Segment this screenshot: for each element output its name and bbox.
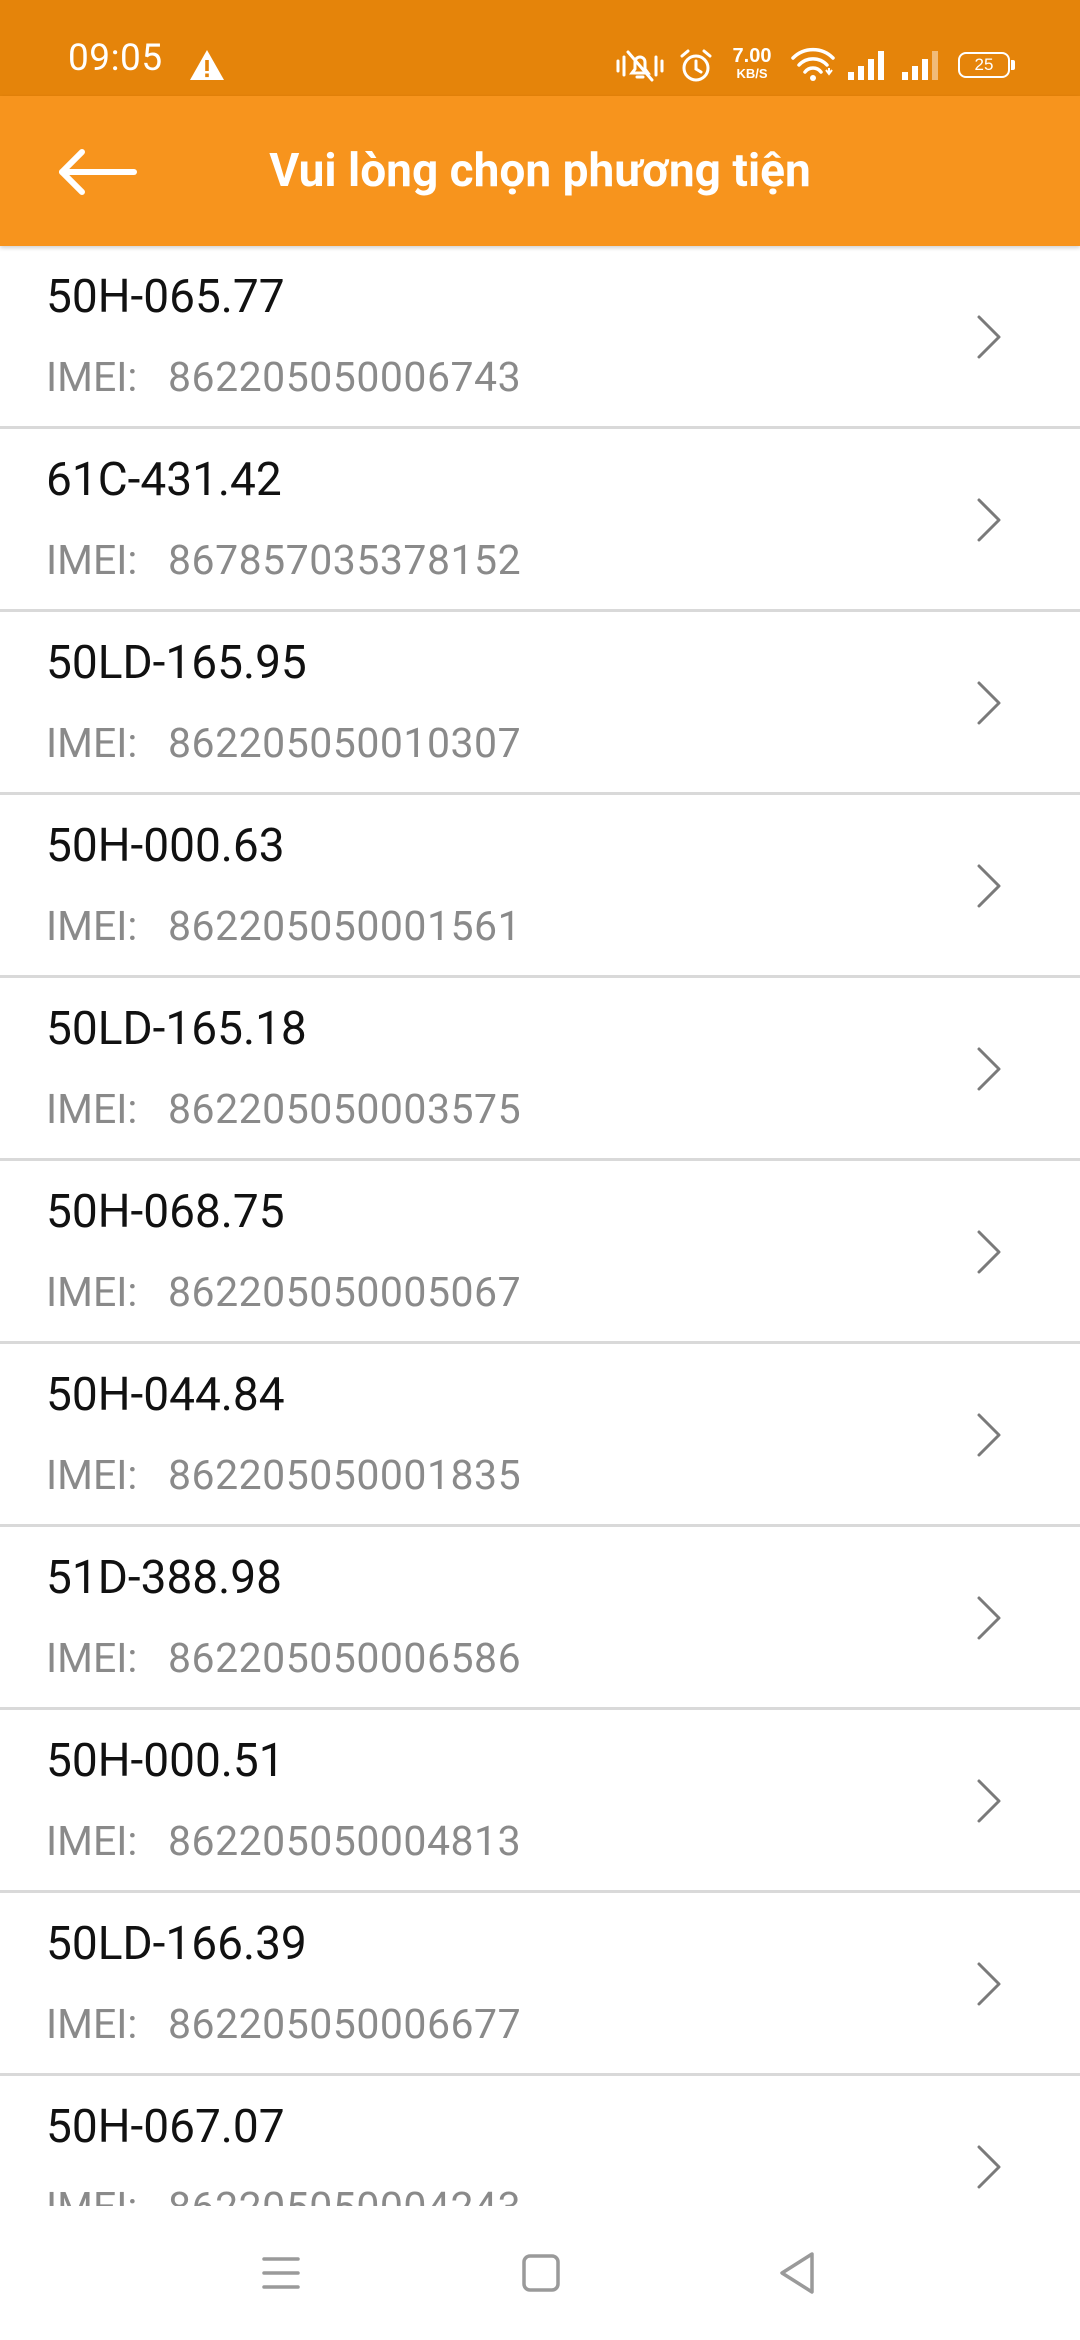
list-item[interactable]: 50LD-165.95 IMEI: 862205050010307 [0,612,1080,795]
list-item[interactable]: 50LD-166.39 IMEI: 862205050006677 [0,1893,1080,2076]
imei-value: 862205050010307 [168,720,522,768]
vehicle-plate: 50LD-165.95 [46,636,307,690]
app-bar: Vui lòng chọn phương tiện [0,96,1080,246]
chevron-right-icon [977,315,1001,359]
imei-value: 862205050001561 [168,903,522,951]
vehicle-plate: 50LD-165.18 [46,1002,307,1056]
imei-value: 862205050006677 [168,2001,522,2049]
vehicle-plate: 50H-044.84 [46,1368,285,1422]
back-triangle-icon[interactable] [764,2240,830,2306]
list-item[interactable]: 50H-000.63 IMEI: 862205050001561 [0,795,1080,978]
home-icon[interactable] [508,2240,574,2306]
list-item[interactable]: 50H-000.51 IMEI: 862205050004813 [0,1710,1080,1893]
chevron-right-icon [977,498,1001,542]
net-speed-value: 7.00 [732,45,772,67]
warning-icon [190,50,224,80]
vehicle-plate: 61C-431.42 [46,453,282,507]
vehicle-plate: 50H-068.75 [46,1185,285,1239]
vehicle-plate: 50LD-166.39 [46,1917,307,1971]
imei-value: 862205050006743 [168,354,522,402]
vibrate-icon [616,50,664,82]
wifi-icon [791,47,835,81]
imei-label: IMEI: [46,903,138,951]
imei-label: IMEI: [46,354,138,402]
list-item[interactable]: 51D-388.98 IMEI: 862205050006586 [0,1527,1080,1710]
list-item[interactable]: 61C-431.42 IMEI: 867857035378152 [0,429,1080,612]
alarm-icon [680,49,712,82]
menu-icon[interactable] [248,2240,314,2306]
signal-icon [848,51,884,80]
imei-label: IMEI: [46,537,138,585]
status-time: 09:05 [68,37,163,80]
vehicle-plate: 51D-388.98 [46,1551,282,1605]
imei-label: IMEI: [46,1635,138,1683]
list-item[interactable]: 50LD-165.18 IMEI: 862205050003575 [0,978,1080,1161]
imei-label: IMEI: [46,1269,138,1317]
imei-label: IMEI: [46,1086,138,1134]
list-item[interactable]: 50H-067.07 IMEI: 862205050004243 [0,2076,1080,2206]
chevron-right-icon [977,1047,1001,1091]
list-item[interactable]: 50H-044.84 IMEI: 862205050001835 [0,1344,1080,1527]
imei-value: 867857035378152 [168,537,522,585]
chevron-right-icon [977,2145,1001,2189]
vehicle-plate: 50H-067.07 [46,2100,285,2154]
imei-label: IMEI: [46,1452,138,1500]
chevron-right-icon [977,681,1001,725]
list-item[interactable]: 50H-065.77 IMEI: 862205050006743 [0,246,1080,429]
imei-value: 862205050005067 [168,1269,522,1317]
page-title: Vui lòng chọn phương tiện [269,144,811,198]
imei-label: IMEI: [46,720,138,768]
imei-value: 862205050004243 [168,2184,521,2206]
chevron-right-icon [977,1413,1001,1457]
net-speed-unit: KB/S [736,66,768,81]
chevron-right-icon [977,1779,1001,1823]
battery-icon: 25 [958,52,1015,78]
arrow-left-icon[interactable] [56,140,140,204]
chevron-right-icon [977,1596,1001,1640]
net-speed: 7.00 KB/S [726,46,778,80]
imei-value: 862205050004813 [168,1818,522,1866]
list-item[interactable]: 50H-068.75 IMEI: 862205050005067 [0,1161,1080,1344]
imei-value: 862205050006586 [168,1635,522,1683]
chevron-right-icon [977,1230,1001,1274]
chevron-right-icon [977,1962,1001,2006]
signal-icon-2 [902,51,938,80]
imei-label: IMEI: [46,1818,138,1866]
imei-value: 862205050003575 [168,1086,522,1134]
status-bar: 09:05 7.00 KB/S 25 [0,0,1080,96]
navigation-bar [0,2206,1080,2340]
imei-label: IMEI: [46,2184,137,2206]
vehicle-plate: 50H-000.63 [46,819,285,873]
imei-value: 862205050001835 [168,1452,522,1500]
chevron-right-icon [977,864,1001,908]
vehicle-plate: 50H-000.51 [46,1734,285,1788]
imei-label: IMEI: [46,2001,138,2049]
vehicle-list[interactable]: 50H-065.77 IMEI: 862205050006743 61C-431.42… [0,246,1080,2206]
vehicle-plate: 50H-065.77 [46,270,285,324]
